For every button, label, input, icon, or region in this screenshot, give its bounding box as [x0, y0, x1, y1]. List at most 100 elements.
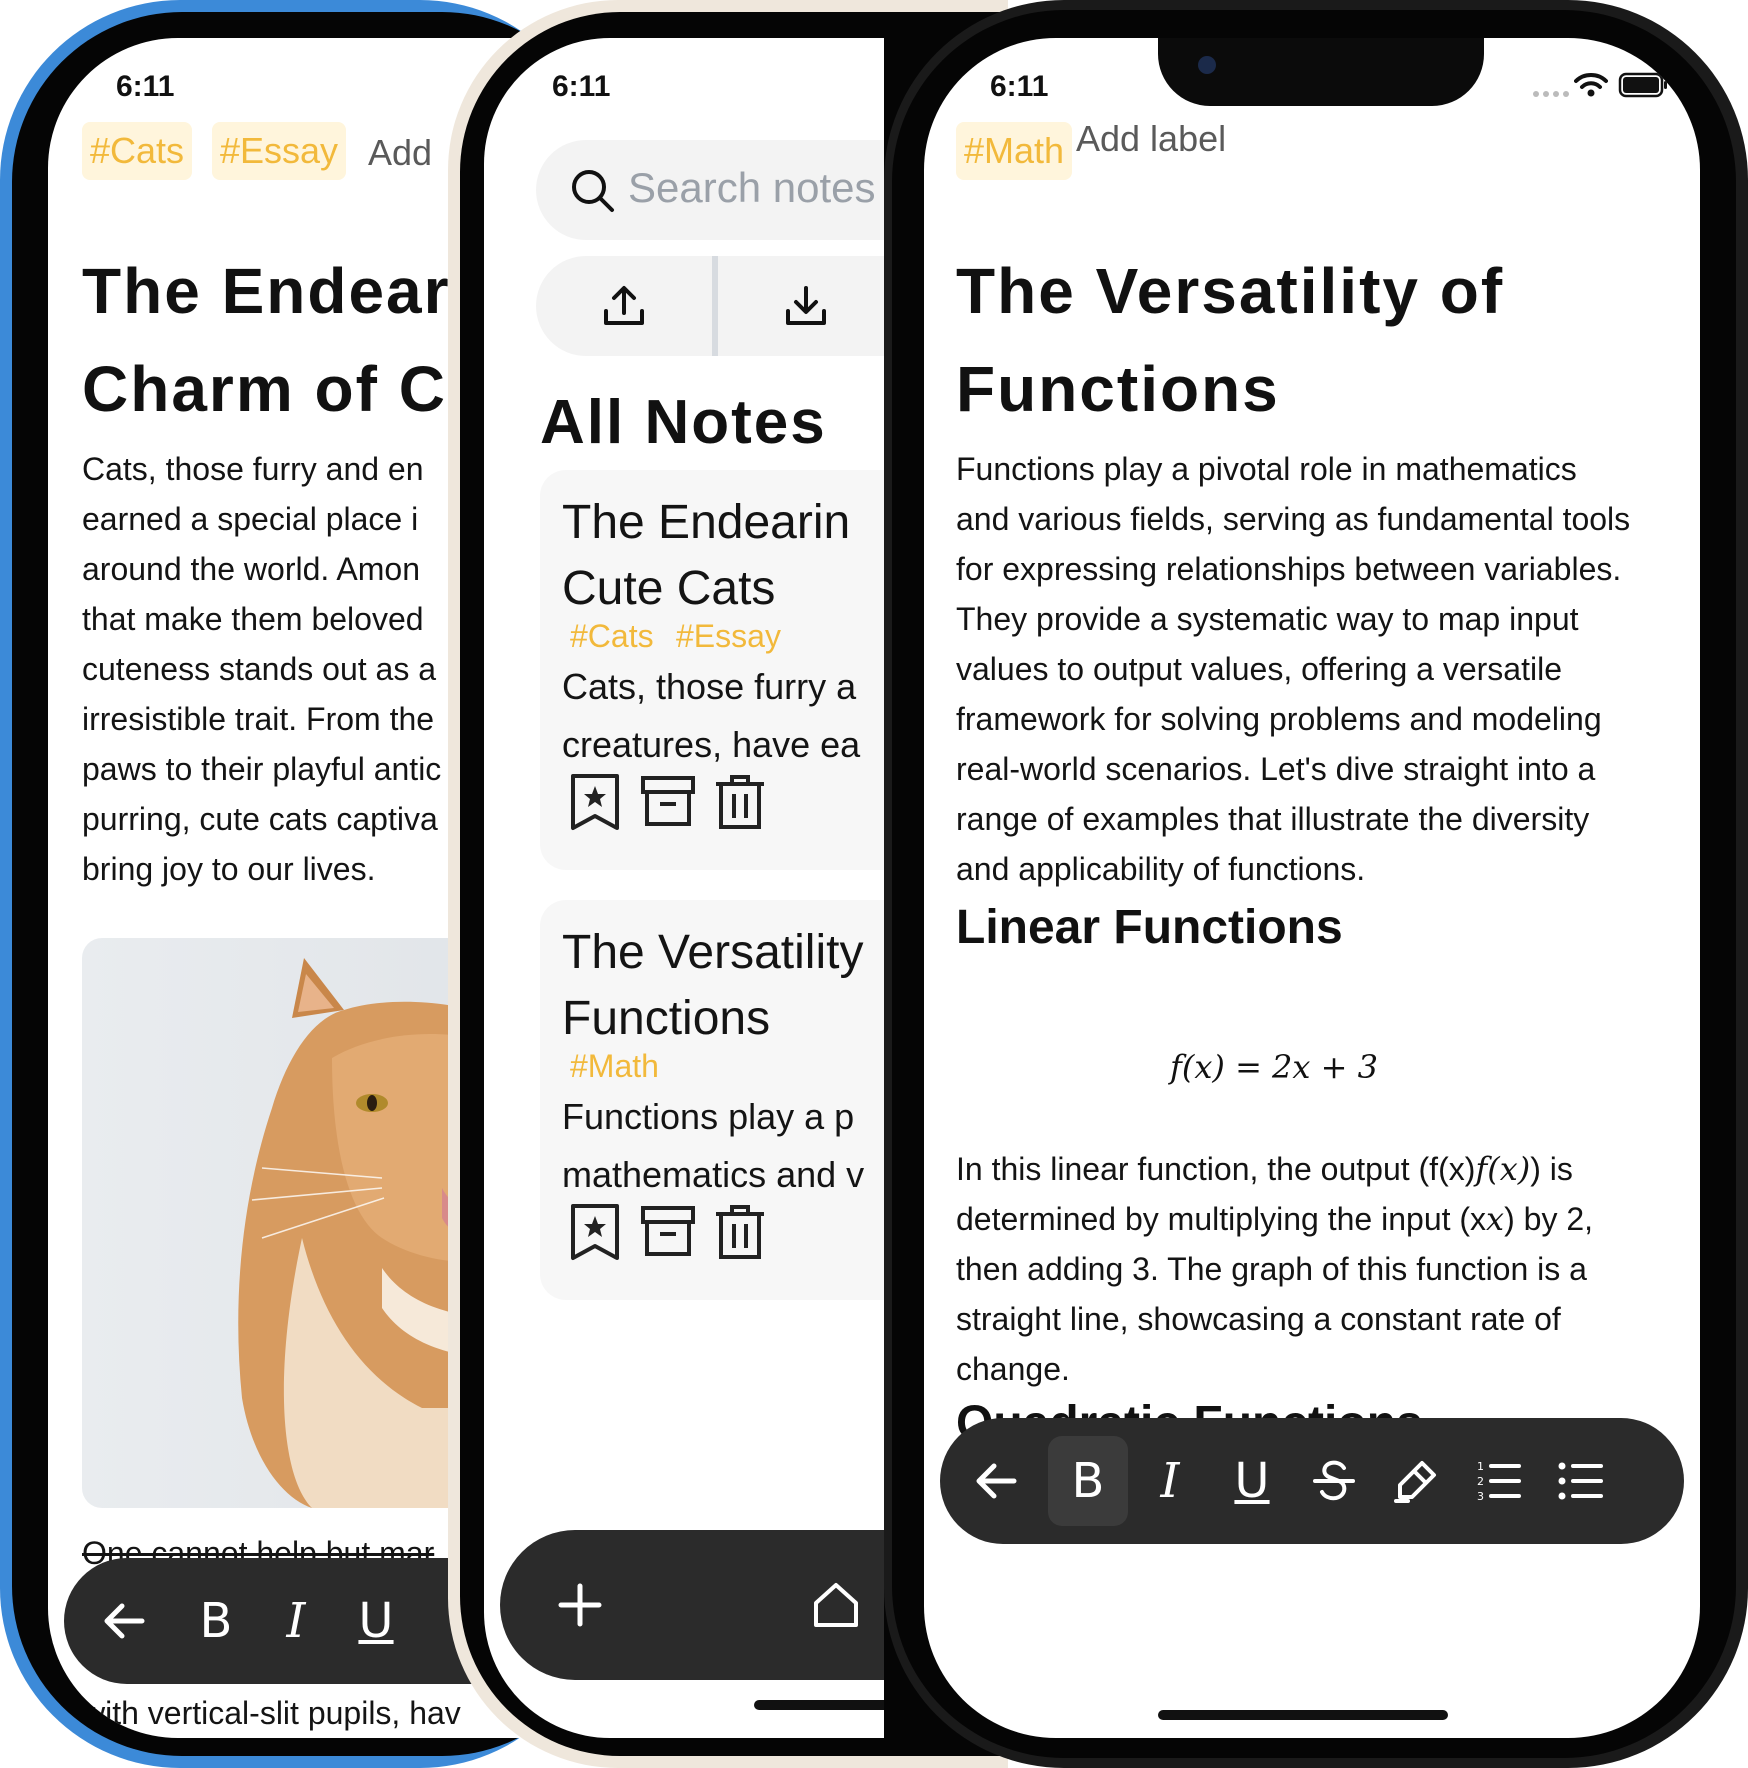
svg-text:3: 3	[1477, 1490, 1484, 1503]
body-line: earned a special place i	[82, 501, 419, 537]
body-line: irresistible trait. From the	[82, 701, 435, 737]
note-title-line2: Functions	[956, 353, 1280, 425]
bookmark-star-icon	[571, 1204, 619, 1260]
note-card-tag[interactable]: #Essay	[676, 618, 781, 655]
bookmark-star-icon	[571, 774, 619, 830]
body-line: for expressing relationships between var…	[956, 551, 1622, 587]
body-line: and applicability of functions.	[956, 851, 1366, 887]
note-card-preview-line: Cats, those furry a	[562, 666, 857, 707]
note-paragraph: In this linear function, the output (f(x…	[956, 1144, 1593, 1394]
trash-icon	[716, 775, 764, 829]
all-notes-heading: All Notes	[540, 388, 827, 457]
bookmark-button[interactable]	[568, 1202, 622, 1267]
body-line: change.	[956, 1351, 1070, 1387]
export-button[interactable]	[536, 256, 711, 356]
note-title: The Endear Charm of C	[82, 242, 451, 438]
tag-essay[interactable]: #Essay	[212, 122, 347, 180]
archive-icon	[641, 776, 695, 826]
add-label-button[interactable]: Add	[368, 132, 432, 174]
tag-cats[interactable]: #Cats	[82, 122, 193, 180]
note-card-title-line2: Cute Cats	[562, 562, 776, 615]
upload-icon	[603, 286, 644, 325]
body-line: In this linear function, the output (f(x…	[956, 1144, 1593, 1194]
svg-text:1: 1	[1477, 1460, 1484, 1473]
bottom-nav	[500, 1530, 884, 1680]
note-card[interactable]: The Endearin Cute Cats #Cats #Essay Cats…	[540, 470, 884, 870]
body-line-text: ) is	[1530, 1151, 1573, 1187]
arrow-left-icon	[104, 1603, 145, 1639]
italic-button[interactable]: I	[256, 1558, 336, 1684]
highlighter-icon	[1394, 1461, 1436, 1503]
download-icon	[785, 286, 826, 325]
svg-text:2: 2	[1477, 1475, 1484, 1488]
body-line: and various fields, serving as fundament…	[956, 501, 1631, 537]
body-line-text: ) by 2,	[1504, 1201, 1594, 1237]
body-line: They provide a systematic way to map inp…	[956, 601, 1579, 637]
math-inline: f(x)	[1475, 1150, 1531, 1188]
body-line: then adding 3. The graph of this functio…	[956, 1251, 1587, 1287]
underline-button[interactable]: U	[1212, 1418, 1292, 1544]
note-card-title: The Endearin Cute Cats	[562, 490, 850, 622]
archive-button[interactable]	[638, 772, 698, 837]
delete-button[interactable]	[712, 1202, 768, 1267]
note-card-preview: Cats, those furry a creatures, have ea	[562, 658, 860, 774]
bold-button[interactable]: B	[176, 1558, 256, 1684]
equation: f(x) = 2x + 3	[1170, 1048, 1378, 1086]
add-note-button[interactable]	[540, 1530, 620, 1680]
body-line: cuteness stands out as a	[82, 651, 436, 687]
body-line: determined by multiplying the input (xx)…	[956, 1194, 1593, 1244]
note-card-title-line2: Functions	[562, 992, 771, 1045]
archive-button[interactable]	[638, 1202, 698, 1267]
note-body: Cats, those furry and en earned a specia…	[82, 444, 441, 894]
note-title: The Versatility of Functions	[956, 242, 1504, 438]
plus-icon	[558, 1583, 602, 1627]
body-line: paws to their playful antic	[82, 751, 442, 787]
delete-button[interactable]	[712, 772, 768, 837]
note-card-title-line1: The Versatility	[562, 926, 864, 979]
numbered-list-button[interactable]: 1 2 3	[1458, 1418, 1538, 1544]
note-card-preview-line: mathematics and v	[562, 1154, 865, 1195]
note-card-tag[interactable]: #Cats	[570, 618, 654, 655]
notch	[1158, 38, 1484, 106]
home-indicator	[1158, 1710, 1448, 1720]
add-label-button[interactable]: Add label	[1076, 118, 1226, 160]
note-card-title: The Versatility Functions	[562, 920, 863, 1052]
home-icon	[814, 1583, 858, 1627]
note-title-line1: The Endear	[82, 255, 451, 327]
status-time: 6:11	[116, 70, 175, 103]
archive-icon	[641, 1206, 695, 1256]
bookmark-button[interactable]	[568, 772, 622, 837]
highlight-button[interactable]	[1376, 1418, 1456, 1544]
italic-button[interactable]: I	[1130, 1418, 1210, 1544]
bullet-list-icon	[1558, 1462, 1603, 1500]
camera	[1198, 56, 1216, 74]
import-button[interactable]	[718, 256, 884, 356]
body-line: framework for solving problems and model…	[956, 701, 1602, 737]
body-line: range of examples that illustrate the di…	[956, 801, 1590, 837]
tag-math[interactable]: #Math	[956, 122, 1073, 180]
home-indicator	[754, 1700, 884, 1710]
strikethrough-button[interactable]	[1294, 1418, 1374, 1544]
search-input[interactable]: Search notes	[628, 164, 876, 212]
note-card-tag[interactable]: #Math	[570, 1048, 659, 1085]
bullet-list-button[interactable]	[1540, 1418, 1620, 1544]
body-line: values to output values, offering a vers…	[956, 651, 1562, 687]
underline-button[interactable]: U	[336, 1558, 416, 1684]
search-bar[interactable]: Search notes	[536, 140, 884, 240]
bold-button[interactable]: B	[1048, 1418, 1128, 1544]
phone-3-screen: 6:11 #Math Add label The Versatility of …	[924, 38, 1700, 1738]
body-line: that make them beloved	[82, 601, 424, 637]
note-title-line1: The Versatility of	[956, 255, 1505, 327]
battery-icon	[1618, 72, 1667, 98]
note-card[interactable]: The Versatility Functions #Math Function…	[540, 900, 884, 1300]
home-button[interactable]	[796, 1530, 876, 1680]
note-title-line2: Charm of C	[82, 353, 447, 425]
body-line-text: In this linear function, the output (f(x…	[956, 1151, 1476, 1187]
back-button[interactable]	[84, 1558, 164, 1684]
body-line: around the world. Amon	[82, 551, 420, 587]
numbered-list-icon: 1 2 3	[1477, 1460, 1521, 1503]
back-button[interactable]	[956, 1418, 1036, 1544]
signal-icon	[1533, 91, 1569, 97]
phone-2-screen: 6:11 Search notes All Notes The Endearin…	[484, 38, 884, 1738]
trash-icon	[716, 1205, 764, 1259]
